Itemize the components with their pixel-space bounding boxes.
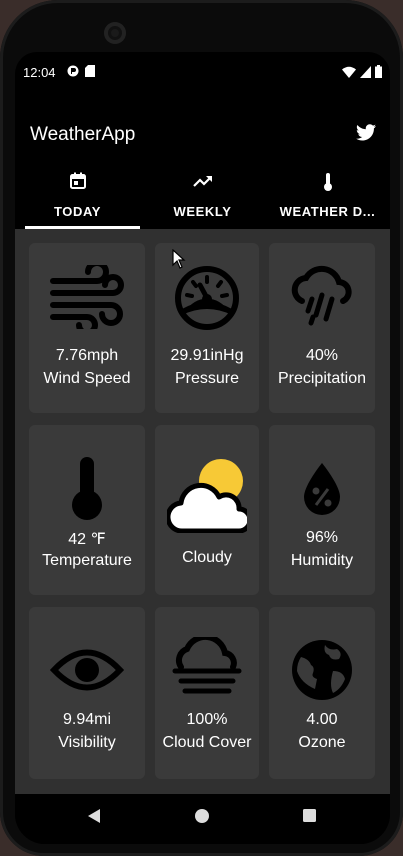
rain-cloud-icon — [286, 265, 358, 336]
system-nav-bar — [15, 794, 390, 844]
tab-today-label: TODAY — [53, 204, 102, 219]
card-visibility[interactable]: 9.94mi Visibility — [29, 607, 145, 779]
app-title: WeatherApp — [30, 124, 136, 145]
card-pressure[interactable]: 29.91inHg Pressure — [155, 243, 259, 413]
card-condition[interactable]: Cloudy — [155, 425, 259, 595]
card-wind-speed[interactable]: 7.76mph Wind Speed — [29, 243, 145, 413]
visibility-value: 9.94mi — [62, 711, 112, 728]
signal-icon — [360, 65, 371, 78]
twitter-icon[interactable] — [356, 124, 376, 146]
ozone-value: 4.00 — [306, 711, 338, 728]
front-camera — [104, 22, 126, 44]
pressure-value: 29.91inHg — [170, 347, 244, 364]
back-icon[interactable] — [86, 808, 102, 829]
home-icon[interactable] — [194, 808, 210, 829]
cloud-cover-value: 100% — [186, 711, 228, 728]
tab-weekly[interactable]: WEEKLY — [140, 168, 265, 228]
temperature-label: Temperature — [42, 552, 132, 569]
precipitation-value: 40% — [305, 347, 339, 364]
wind-speed-value: 7.76mph — [55, 347, 119, 364]
temperature-value: 42 ℉ — [68, 531, 106, 548]
visibility-label: Visibility — [58, 734, 116, 751]
humidity-label: Humidity — [290, 552, 354, 569]
app-bar: WeatherApp — [15, 116, 390, 156]
card-cloud-cover[interactable]: 100% Cloud Cover — [155, 607, 259, 779]
card-precipitation[interactable]: 40% Precipitation — [269, 243, 375, 413]
tab-weekly-label: WEEKLY — [173, 204, 232, 219]
status-left-icons — [67, 65, 95, 77]
cloud-cover-label: Cloud Cover — [162, 734, 252, 751]
tab-weather-details-label: WEATHER D... — [279, 204, 376, 219]
gauge-icon — [174, 265, 240, 336]
precipitation-label: Precipitation — [277, 370, 367, 387]
status-time: 12:04 — [23, 65, 56, 80]
wind-icon — [47, 260, 127, 336]
status-bar: 12:04 — [15, 52, 390, 92]
humidity-value: 96% — [305, 529, 339, 546]
tab-today[interactable]: TODAY — [15, 168, 140, 228]
thermometer-icon — [69, 457, 105, 526]
tab-weather-details[interactable]: WEATHER D... — [265, 168, 390, 228]
pressure-label: Pressure — [174, 370, 240, 387]
sd-card-icon — [85, 65, 95, 77]
tab-bar: TODAY WEEKLY WEATHER D... — [15, 168, 390, 229]
thermometer-icon — [321, 171, 335, 198]
card-ozone[interactable]: 4.00 Ozone — [269, 607, 375, 779]
partly-cloudy-icon — [165, 457, 253, 538]
phone-frame: 12:04 WeatherApp TODAY WEEKLY WEATHER D.… — [0, 0, 403, 856]
humidity-drop-icon — [300, 461, 344, 522]
wind-speed-label: Wind Speed — [43, 370, 131, 387]
eye-icon — [49, 647, 125, 698]
screen: 12:04 WeatherApp TODAY WEEKLY WEATHER D.… — [15, 52, 390, 844]
card-humidity[interactable]: 96% Humidity — [269, 425, 375, 595]
calendar-icon — [68, 171, 88, 196]
globe-icon — [289, 637, 355, 708]
ozone-label: Ozone — [298, 734, 346, 751]
trending-up-icon — [192, 171, 214, 196]
recents-icon[interactable] — [302, 808, 317, 828]
mouse-cursor-icon — [172, 248, 186, 274]
weather-grid: 7.76mph Wind Speed 29.91inHg Pressure 40… — [15, 229, 390, 794]
wifi-icon — [342, 66, 356, 78]
condition-label: Cloudy — [182, 549, 232, 566]
battery-icon — [375, 65, 382, 78]
card-temperature[interactable]: 42 ℉ Temperature — [29, 425, 145, 595]
fog-cloud-icon — [171, 633, 243, 704]
notification-icon — [67, 65, 79, 77]
status-right-icons — [342, 65, 382, 78]
